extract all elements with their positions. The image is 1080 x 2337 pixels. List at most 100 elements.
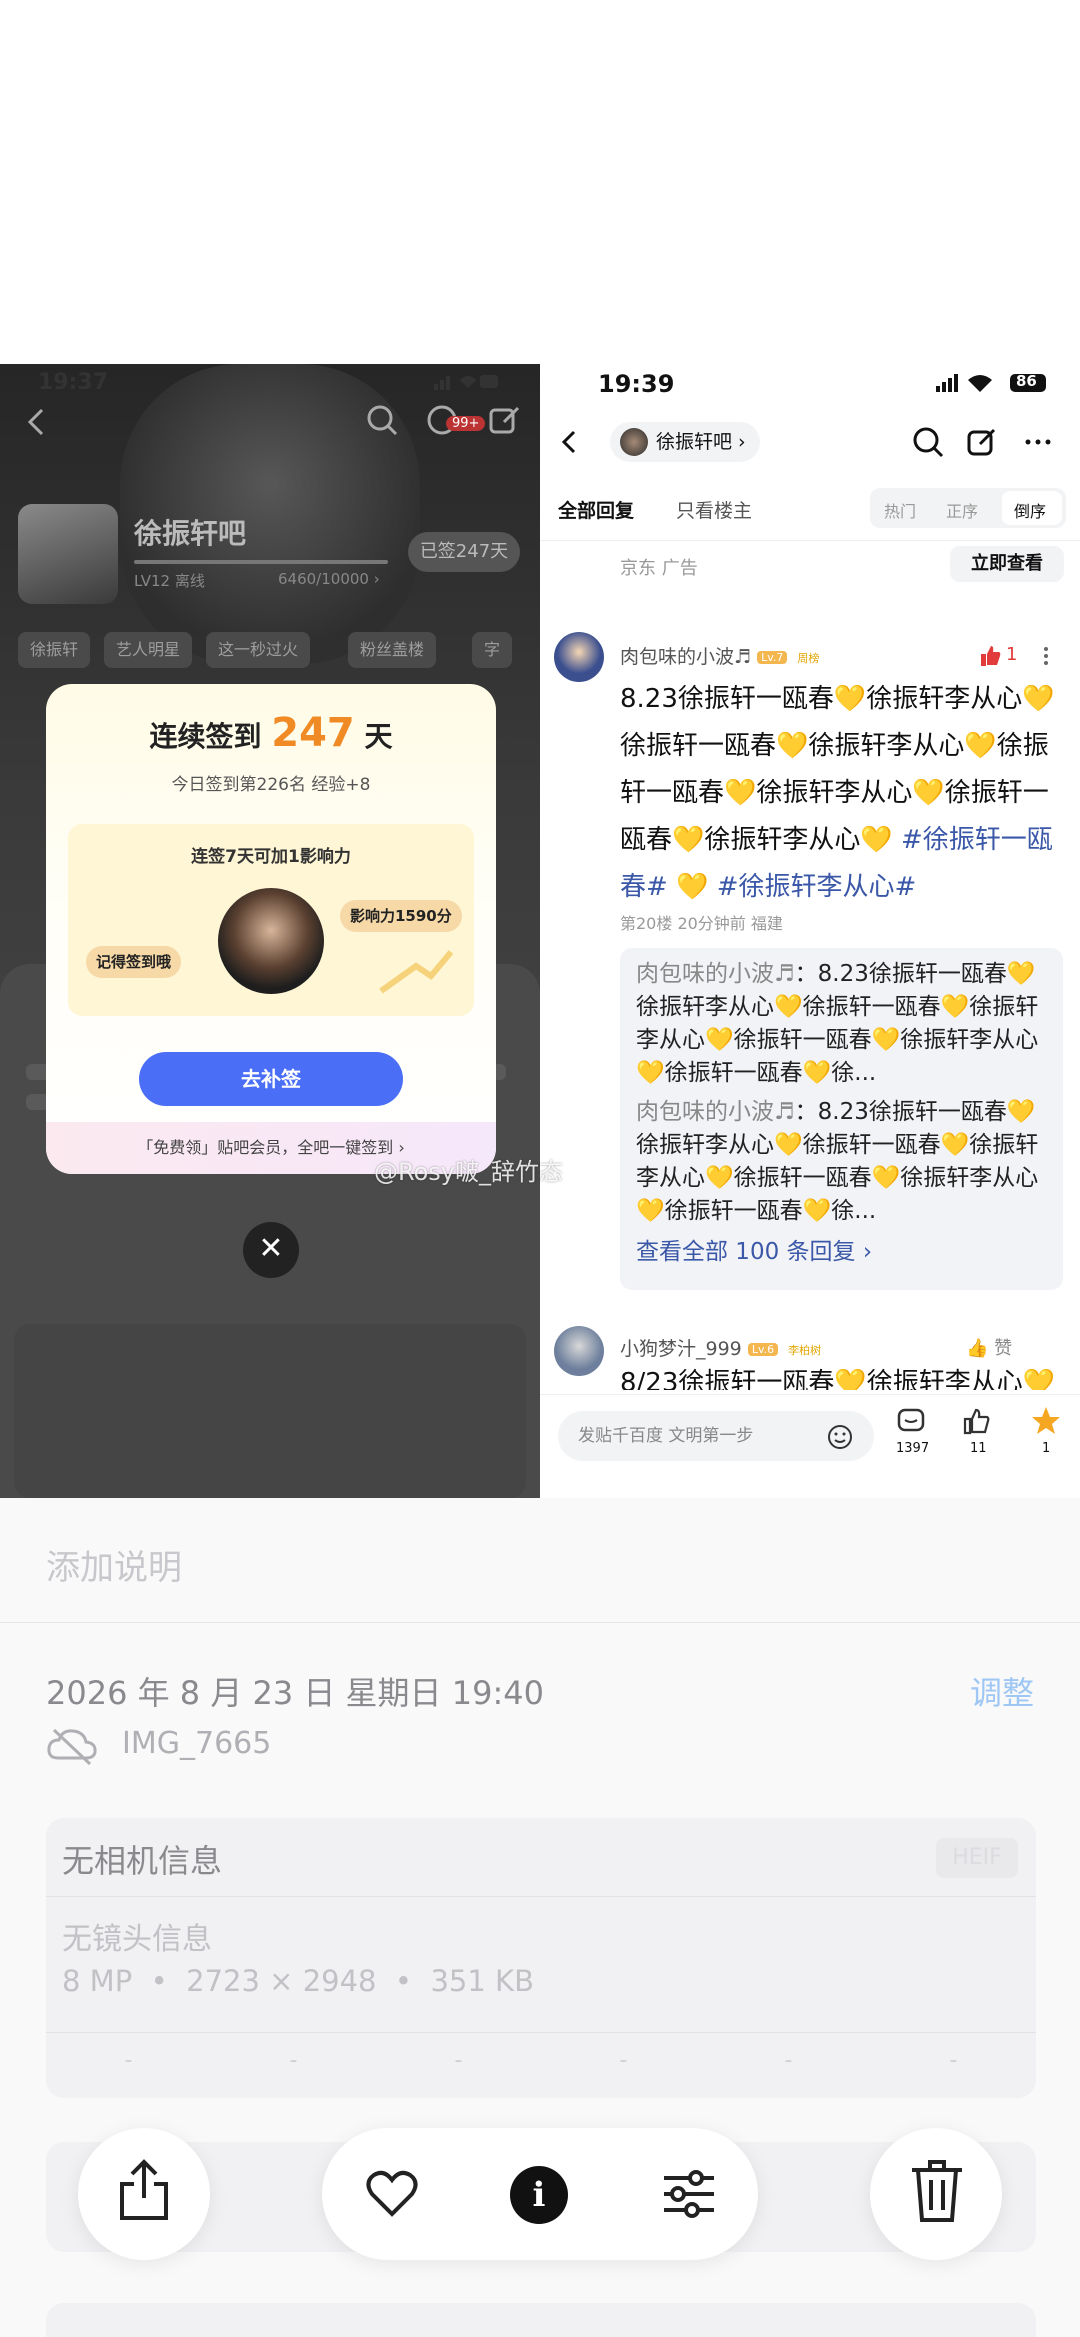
trend-arrow-icon [376,946,456,996]
status-time: 19:37 [38,370,109,395]
ad-view-button[interactable]: 立即查看 [950,546,1064,582]
screen: 19:37 99+ 徐振轩吧 LV12 离线 6460/10000 › 已签24… [0,0,1080,2337]
status-time: 19:39 [598,370,675,398]
divider [540,540,1080,541]
star-icon[interactable] [1030,1405,1062,1437]
share-button[interactable] [78,2128,210,2260]
forum-pill[interactable]: 徐振轩吧 › [610,422,760,462]
rank-badge: 李柏树 [788,1343,822,1357]
view-all-replies-link[interactable]: 查看全部 100 条回复 › [636,1236,1047,1269]
emoji-icon[interactable] [826,1423,854,1451]
post-username[interactable]: 小狗梦汁_999 Lv.6 李柏树 [620,1334,825,1361]
more-icon[interactable] [1020,424,1056,460]
more-icon[interactable] [1040,644,1052,668]
reply-item[interactable]: 肉包味的小波♬：8.23徐振轩一瓯春💛徐振轩李从心💛徐振轩一瓯春💛徐振轩李从心💛… [636,1096,1047,1228]
cloud-off-icon [46,1726,98,1766]
replies-preview[interactable]: 肉包味的小波♬：8.23徐振轩一瓯春💛徐振轩李从心💛徐振轩一瓯春💛徐振轩李从心💛… [620,948,1063,1290]
filename: IMG_7665 [122,1726,272,1761]
level-badge: Lv.6 [747,1343,779,1356]
like-count: 1 [1006,644,1018,665]
chip-tag-2[interactable]: 这一秒过火 [206,632,311,668]
like-icon[interactable] [962,1407,992,1437]
like-count: 11 [970,1441,987,1456]
exif-value: - [784,2048,793,2073]
post-username[interactable]: 肉包味的小波♬ Lv.7 周榜 [620,642,823,669]
reminder-label: 记得签到哦 [86,946,182,978]
forum-avatar [620,428,648,456]
exif-card: 无相机信息 HEIF 无镜头信息 8 MP • 2723 × 2948 • 35… [46,1818,1036,2098]
checkin-title: 连续签到 247 天 [149,710,393,756]
exif-value: - [124,2048,133,2073]
level-badge: Lv.7 [757,651,788,664]
sort-asc[interactable]: 正序 [946,498,978,522]
info-icon[interactable]: i [510,2166,568,2224]
post-meta: 第20楼 20分钟前 福建 [620,914,783,933]
forum-level: LV12 离线 [134,572,205,590]
reply-item[interactable]: 肉包味的小波♬：8.23徐振轩一瓯春💛徐振轩李从心💛徐振轩一瓯春💛徐振轩李从心💛… [636,958,1047,1090]
makeup-checkin-button[interactable]: 去补签 [139,1052,403,1106]
chip-tag-0[interactable]: 徐振轩 [18,632,91,668]
forum-name: 徐振轩吧 › [656,431,746,453]
signed-days-badge[interactable]: 已签247天 [408,532,520,572]
like-button[interactable]: 👍 赞 [966,1334,1012,1360]
photo-info-sheet: 添加说明 2026 年 8 月 23 日 星期日 19:40 调整 IMG_76… [0,1498,1080,2337]
exp-bar [134,560,388,564]
reward-panel: 连签7天可加1影响力 影响力1590分 记得签到哦 [68,824,474,1016]
ad-label: 京东 广告 [620,558,698,579]
chip-tag-4[interactable]: 字 [472,632,513,668]
exif-value: - [619,2048,628,2073]
star-count: 1 [1042,1441,1051,1456]
trash-icon [910,2158,964,2224]
tab-all-replies[interactable]: 全部回复 [558,496,634,523]
close-modal-button[interactable]: ✕ [243,1222,299,1278]
back-icon[interactable] [18,404,54,440]
center-toolbar: i [322,2128,758,2260]
search-icon[interactable] [910,424,946,460]
divider [0,1622,1080,1623]
user-avatar[interactable] [554,632,604,682]
sort-segmented: 热门 正序 倒序 [870,488,1066,528]
exif-row: - - - - - - [46,2048,1036,2078]
edit-icon[interactable] [964,424,1000,460]
edit-icon[interactable] [486,402,522,438]
left-screenshot: 19:37 99+ 徐振轩吧 LV12 离线 6460/10000 › 已签24… [0,364,540,1498]
hashtag-link[interactable]: #徐振轩李从心# [717,872,917,902]
post-content: 8/23徐振轩一瓯春💛徐振轩李从心💛 [620,1368,1056,1390]
photo-datetime: 2026 年 8 月 23 日 星期日 19:40 [46,1674,544,1712]
lens-info: 无镜头信息 [62,1922,212,1957]
camera-info: 无相机信息 [62,1842,223,1880]
exif-value: - [949,2048,958,2073]
format-badge: HEIF [936,1838,1018,1878]
delete-button[interactable] [870,2128,1002,2260]
back-icon[interactable] [554,426,586,458]
forum-exp: 6460/10000 › [278,570,380,588]
placeholder-card [14,1324,526,1498]
influence-label: 影响力1590分 [340,900,462,932]
idol-avatar [218,888,324,994]
chip-tag-3[interactable]: 粉丝盖楼 [348,632,437,668]
status-icons [430,372,500,392]
search-icon[interactable] [364,402,400,438]
watermark: @Rosy啵_辞竹态 [374,1158,563,1186]
image-specs: 8 MP • 2723 × 2948 • 351 KB [62,1964,534,1998]
checkin-subtitle: 今日签到第226名 经验+8 [171,775,371,795]
sort-desc[interactable]: 倒序 [1014,498,1046,522]
thumbs-up-icon[interactable] [978,644,1002,668]
rank-badge: 周榜 [797,651,820,665]
sort-hot[interactable]: 热门 [884,498,916,522]
caption-input[interactable]: 添加说明 [46,1540,182,1589]
adjust-button[interactable]: 调整 [970,1668,1034,1714]
tab-owner-only[interactable]: 只看楼主 [676,496,752,523]
heart-icon[interactable] [366,2170,418,2218]
battery-level: 86 [1016,372,1037,390]
reply-bar: 发贴千百度 文明第一步 1397 11 1 [540,1394,1080,1498]
exif-value: - [454,2048,463,2073]
adjust-icon[interactable] [662,2168,716,2220]
reward-tip: 连签7天可加1影响力 [191,847,351,867]
user-avatar[interactable] [554,1326,604,1376]
chip-tag-1[interactable]: 艺人明星 [104,632,193,668]
forum-title: 徐振轩吧 [134,517,247,550]
comment-icon[interactable] [896,1407,926,1437]
post-content: 8.23徐振轩一瓯春💛徐振轩李从心💛徐振轩一瓯春💛徐振轩李从心💛徐振轩一瓯春💛徐… [620,684,1055,902]
more-card [46,2303,1036,2337]
